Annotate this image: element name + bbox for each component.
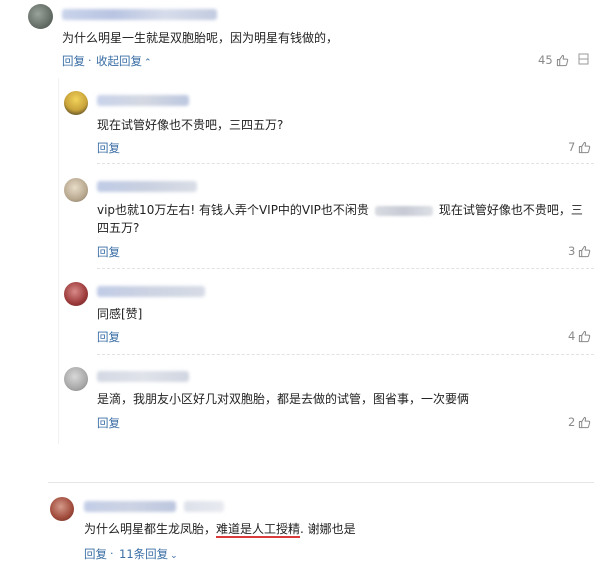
like-count: 7 bbox=[568, 140, 576, 154]
like-button[interactable]: 7 bbox=[568, 140, 591, 154]
like-button[interactable]: 2 bbox=[568, 415, 591, 429]
thumbs-up-icon bbox=[579, 245, 591, 257]
avatar[interactable] bbox=[64, 178, 88, 202]
reply-text: 现在试管好像也不贵吧，三四五万? bbox=[97, 118, 284, 132]
username-blurred[interactable] bbox=[97, 95, 189, 106]
reply-button[interactable]: 回复 bbox=[97, 415, 120, 431]
reply-button[interactable]: 回复 bbox=[84, 546, 107, 562]
reply-text-part: vip也就10万左右! 有钱人弄个VIP中的VIP也不闲贵 bbox=[97, 203, 369, 217]
avatar[interactable] bbox=[64, 367, 88, 391]
collapse-replies-button[interactable]: 收起回复 ⌃ bbox=[96, 53, 152, 69]
reply-text-line1: vip也就10万左右! 有钱人弄个VIP中的VIP也不闲贵 现在试管好像也不贵吧，… bbox=[97, 201, 583, 219]
avatar[interactable] bbox=[28, 4, 53, 29]
username-blurred[interactable] bbox=[97, 286, 205, 297]
like-count: 3 bbox=[568, 244, 576, 258]
separator-dot: · bbox=[110, 547, 114, 560]
reply-button[interactable]: 回复 bbox=[97, 140, 120, 156]
avatar[interactable] bbox=[64, 91, 88, 115]
comment-text-part: . 谢娜也是 bbox=[300, 522, 356, 536]
reply-text: 同感[赞] bbox=[97, 307, 143, 321]
like-count: 2 bbox=[568, 415, 576, 429]
like-count: 45 bbox=[538, 53, 553, 67]
avatar[interactable] bbox=[50, 497, 74, 521]
username-blurred[interactable] bbox=[97, 371, 189, 382]
username-blurred[interactable] bbox=[97, 181, 197, 192]
comment-text: 为什么明星都生龙凤胎，难道是人工授精. 谢娜也是 bbox=[84, 520, 356, 538]
quoted-username-blurred[interactable] bbox=[374, 205, 433, 216]
reply-text: 是滴，我朋友小区好几对双胞胎，都是去做的试管，图省事，一次要俩 bbox=[97, 392, 470, 406]
like-button[interactable]: 4 bbox=[568, 329, 591, 343]
divider bbox=[97, 163, 594, 164]
username-blurred[interactable] bbox=[84, 501, 176, 512]
thumbs-up-icon bbox=[579, 416, 591, 428]
comment-text: 为什么明星一生就是双胞胎呢，因为明星有钱做的， bbox=[62, 31, 339, 45]
expand-replies-button[interactable]: 11条回复 ⌄ bbox=[119, 546, 178, 562]
reply-text-line2: 四五万? bbox=[97, 221, 140, 235]
expand-replies-label: 11条回复 bbox=[119, 547, 169, 561]
thread-divider bbox=[48, 482, 594, 483]
comment-text-part: 为什么明星都生龙凤胎， bbox=[84, 522, 217, 536]
user-badge-blurred bbox=[184, 501, 224, 512]
like-button[interactable]: 45 bbox=[538, 53, 569, 67]
chevron-down-icon: ⌄ bbox=[170, 551, 178, 561]
like-button[interactable]: 3 bbox=[568, 244, 591, 258]
reply-button[interactable]: 回复 bbox=[97, 244, 120, 260]
thumbs-up-icon bbox=[579, 330, 591, 342]
divider bbox=[97, 268, 594, 269]
divider bbox=[97, 354, 594, 355]
more-icon[interactable] bbox=[578, 53, 589, 65]
avatar[interactable] bbox=[64, 282, 88, 306]
quoted-text: 现在试管好像也不贵吧，三 bbox=[438, 203, 583, 217]
collapse-replies-label: 收起回复 bbox=[96, 54, 142, 68]
highlighted-text: 难道是人工授精 bbox=[216, 522, 301, 538]
separator-dot: · bbox=[88, 54, 92, 67]
reply-button[interactable]: 回复 bbox=[62, 53, 85, 69]
thumbs-up-icon bbox=[556, 54, 568, 66]
like-count: 4 bbox=[568, 329, 576, 343]
username-blurred[interactable] bbox=[62, 9, 217, 20]
reply-button[interactable]: 回复 bbox=[97, 329, 120, 345]
chevron-up-icon: ⌃ bbox=[144, 58, 152, 68]
thumbs-up-icon bbox=[579, 141, 591, 153]
